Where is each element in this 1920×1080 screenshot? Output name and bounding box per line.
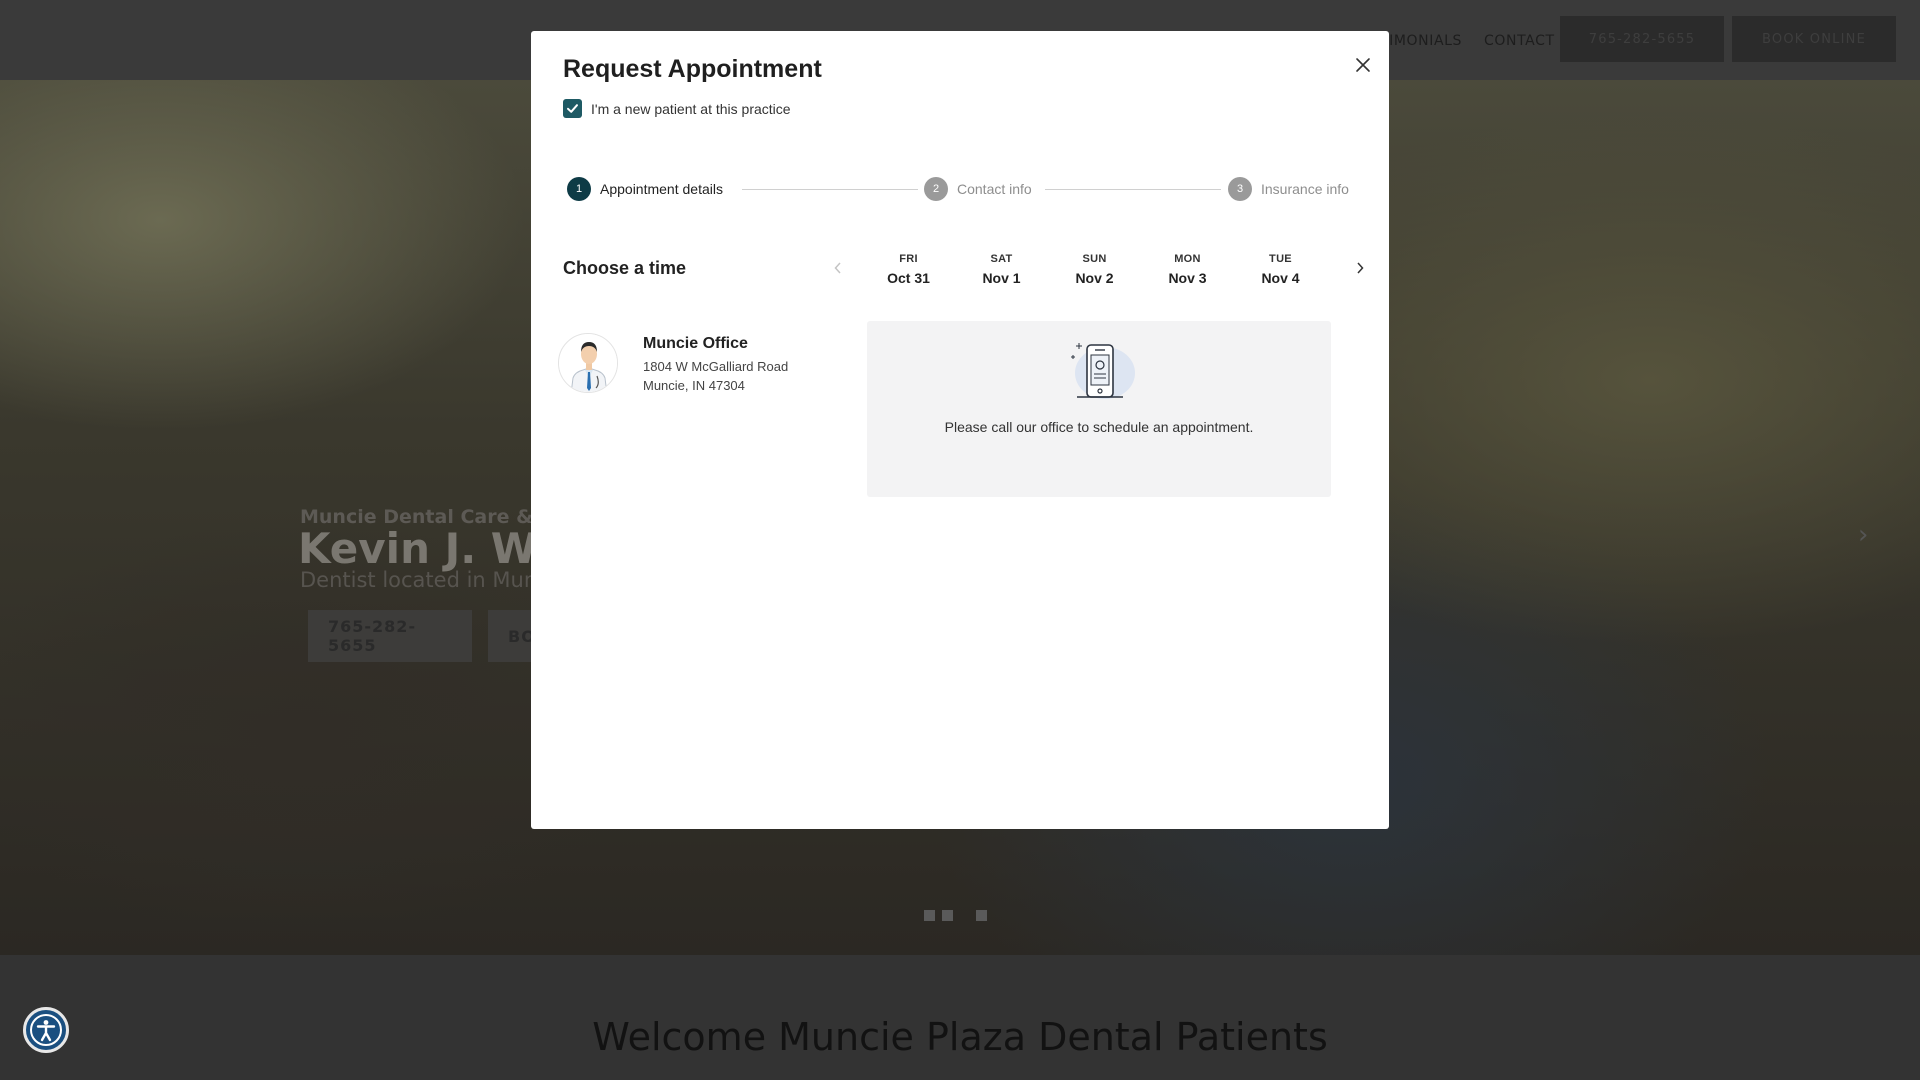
day-date: Nov 1	[982, 270, 1021, 286]
office-address-line1: 1804 W McGalliard Road	[643, 359, 789, 374]
welcome-title: Welcome Muncie Plaza Dental Patients	[592, 1015, 1328, 1059]
header-phone-button[interactable]: 765-282-5655	[1560, 16, 1724, 62]
chevron-right-icon[interactable]	[1351, 258, 1369, 278]
carousel-dot[interactable]	[976, 910, 987, 921]
header-book-online-button[interactable]: BOOK ONLINE	[1732, 16, 1896, 62]
close-icon[interactable]	[1351, 53, 1375, 77]
step-number: 1	[567, 177, 591, 201]
day-date: Nov 3	[1168, 270, 1207, 286]
day-option[interactable]: FRI Oct 31	[862, 253, 955, 286]
new-patient-checkbox[interactable]	[563, 99, 582, 118]
request-appointment-modal: Request Appointment I'm a new patient at…	[531, 31, 1389, 829]
choose-time-title: Choose a time	[563, 258, 687, 278]
day-option[interactable]: MON Nov 3	[1141, 253, 1234, 286]
step-number: 3	[1228, 177, 1252, 201]
day-option[interactable]: TUE Nov 4	[1234, 253, 1327, 286]
hero-phone-button[interactable]: 765-282-5655	[308, 610, 472, 662]
phone-illustration-icon	[1059, 335, 1139, 403]
stepper: 1 Appointment details 2 Contact info 3 I…	[567, 177, 1357, 203]
hero-tagline: Dentist located in Munci	[300, 568, 555, 592]
step-insurance-info: 3 Insurance info	[1228, 177, 1349, 201]
chevron-left-icon[interactable]	[829, 258, 847, 278]
accessibility-icon[interactable]	[23, 1007, 69, 1053]
day-of-week: MON	[1174, 253, 1201, 265]
day-date: Nov 4	[1261, 270, 1300, 286]
day-of-week: SAT	[990, 253, 1013, 265]
step-connector	[742, 189, 918, 190]
office-address-line2: Muncie, IN 47304	[643, 378, 745, 393]
call-office-notice: Please call our office to schedule an ap…	[867, 321, 1331, 497]
modal-title: Request Appointment	[563, 55, 822, 83]
nav-contact[interactable]: CONTACT	[1484, 33, 1555, 49]
step-label: Insurance info	[1261, 181, 1349, 197]
carousel-dot[interactable]	[924, 910, 935, 921]
day-of-week: TUE	[1269, 253, 1292, 265]
day-date: Oct 31	[887, 270, 930, 286]
new-patient-label: I'm a new patient at this practice	[591, 100, 791, 117]
step-label: Contact info	[957, 181, 1032, 197]
day-option[interactable]: SUN Nov 2	[1048, 253, 1141, 286]
carousel-dots	[924, 910, 987, 921]
day-option[interactable]: SAT Nov 1	[955, 253, 1048, 286]
nav-testimonials[interactable]: TIMONIALS	[1380, 33, 1462, 49]
doctor-avatar-icon	[558, 333, 618, 393]
new-patient-row[interactable]: I'm a new patient at this practice	[563, 99, 791, 118]
day-of-week: FRI	[899, 253, 918, 265]
step-connector	[1045, 189, 1221, 190]
hero-next-arrow-icon[interactable]: ›	[1858, 520, 1868, 550]
day-date: Nov 2	[1075, 270, 1114, 286]
step-label: Appointment details	[600, 181, 723, 197]
carousel-dot[interactable]	[942, 910, 953, 921]
office-name: Muncie Office	[643, 335, 748, 352]
step-contact-info: 2 Contact info	[924, 177, 1032, 201]
day-of-week: SUN	[1082, 253, 1107, 265]
call-office-message: Please call our office to schedule an ap…	[944, 419, 1254, 435]
step-appointment-details: 1 Appointment details	[567, 177, 723, 201]
step-number: 2	[924, 177, 948, 201]
day-selector: FRI Oct 31 SAT Nov 1 SUN Nov 2 MON Nov 3…	[862, 253, 1327, 286]
